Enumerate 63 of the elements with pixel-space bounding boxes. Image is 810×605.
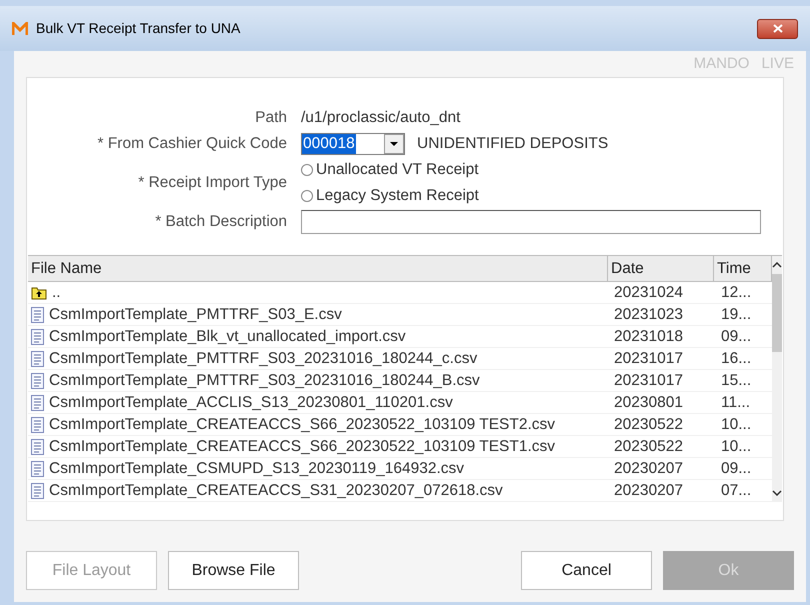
time-cell-text: 07... [720,481,752,501]
document-icon [31,394,44,410]
logo-icon [12,22,28,36]
file-name[interactable]: CsmImportTemplate_PMTTRF_S03_20231016_180244_c.csv [49,346,478,370]
time-cell-text: 15... [720,371,752,391]
date-cell-text: 20231023 [613,305,684,325]
time-cell-text: 16... [720,349,752,369]
date-cell-text: 20230207 [613,459,684,479]
document-icon [31,306,44,322]
path-label: Path [254,108,287,128]
dialog-button[interactable]: Browse File [168,551,299,590]
date-cell-text: 20231024 [613,283,684,303]
scrollbar-thumb[interactable] [772,274,782,352]
date-cell-text: 20230522 [613,437,684,457]
file-name[interactable]: CsmImportTemplate_Blk_vt_unallocated_import.csv [49,324,406,348]
file-name[interactable]: CsmImportTemplate_CREATEACCS_S31_20230207_072618.csv [49,478,503,502]
document-icon [31,482,44,498]
document-icon [31,328,44,344]
document-icon [31,460,44,476]
path-value: /u1/proclassic/auto_dnt [301,108,462,128]
cashier-label: * From Cashier Quick Code [96,134,287,154]
folder-up-icon [31,286,47,300]
time-cell-text: 10... [720,437,752,457]
column-header[interactable]: File Name [28,256,608,281]
file-name[interactable]: CsmImportTemplate_PMTTRF_S03_20231016_180244_B.csv [49,368,480,392]
date-cell-text: 20230207 [613,481,684,501]
import-type-radio[interactable]: Legacy System Receipt [301,183,783,209]
time-cell-text: 10... [720,415,752,435]
scroll-down-icon[interactable] [772,490,782,496]
close-icon [772,24,782,33]
dialog-button[interactable]: Cancel [521,551,652,590]
time-cell-text: 19... [720,305,752,325]
document-icon [31,372,44,388]
time-cell-text: 09... [720,459,752,479]
batch-description-field[interactable] [301,210,761,234]
date-cell-text: 20230522 [613,415,684,435]
column-header[interactable]: Date [608,256,714,281]
file-name[interactable]: CsmImportTemplate_CREATEACCS_S66_20230522_103109 TEST2.csv [49,412,556,436]
date-cell-text: 20231017 [613,371,684,391]
date-cell-text: 20231017 [613,349,684,369]
document-icon [31,416,44,432]
file-name[interactable]: CsmImportTemplate_CREATEACCS_S66_20230522_103109 TEST1.csv [49,434,556,458]
close-button[interactable] [757,18,798,38]
file-name[interactable]: .. [52,280,61,304]
scroll-up-icon[interactable] [772,262,782,268]
time-cell-text: 12... [720,283,752,303]
cashier-code-value: 000018 [302,134,356,154]
file-name[interactable]: CsmImportTemplate_PMTTRF_S03_E.csv [49,302,342,326]
file-name[interactable]: CsmImportTemplate_ACCLIS_S13_20230801_110201.csv [49,390,453,414]
window-title: Bulk VT Receipt Transfer to UNA [36,19,240,38]
cashier-name: UNIDENTIFIED DEPOSITS [417,134,608,154]
document-icon [31,350,44,366]
import-type-radio[interactable]: Unallocated VT Receipt [301,157,783,183]
time-cell-text: 09... [720,327,752,347]
time-cell-text: 11... [720,393,752,413]
import-type-label: * Receipt Import Type [137,173,287,193]
date-cell-text: 20230801 [613,393,684,413]
document-icon [31,438,44,454]
scrollbar[interactable] [772,256,782,502]
file-name[interactable]: CsmImportTemplate_CSMUPD_S13_20230119_164932.csv [49,456,464,480]
cashier-code-dropdown[interactable]: 000018 [301,133,405,155]
date-cell-text: 20231018 [613,327,684,347]
batch-label: * Batch Description [154,212,287,232]
